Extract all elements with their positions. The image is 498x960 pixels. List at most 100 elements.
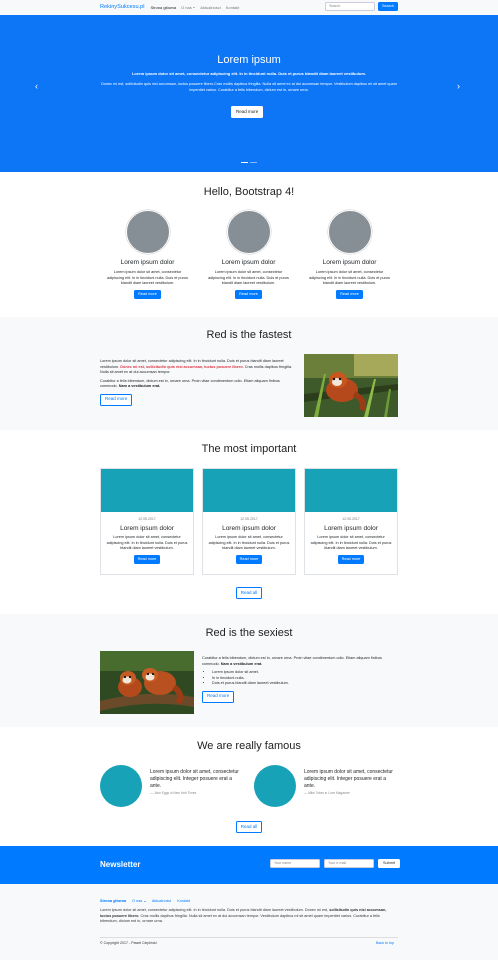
footer-link-contact[interactable]: Kontakt xyxy=(177,899,190,905)
footer-text-start: Lorem ipsum dolor sit amet, consectetur … xyxy=(100,908,330,912)
feature-read-more-button[interactable]: Read more xyxy=(336,289,363,299)
card-date: 12.05.2017 xyxy=(240,517,258,521)
footer-link-about[interactable]: O nas xyxy=(132,899,146,905)
footer-link-about-label: O nas xyxy=(132,899,143,903)
search-button[interactable]: Search xyxy=(377,2,398,11)
red-panda-photo xyxy=(304,354,398,417)
testimonial-2: Lorem ipsum dolor sit amet, consectetur … xyxy=(254,765,394,807)
red-pandas-log-image xyxy=(100,651,194,714)
news-card-2: 12.05.2017 Lorem ipsum dolor Lorem ipsum… xyxy=(202,468,296,575)
red-pandas-photo xyxy=(100,651,194,714)
newsletter-email-input[interactable]: Your e-mail xyxy=(324,859,374,868)
fastest-title: Red is the fastest xyxy=(206,329,292,341)
feature-read-more-button[interactable]: Read more xyxy=(134,289,161,299)
caret-down-icon xyxy=(193,7,196,9)
fastest-paragraph-2: Curabitur a felis bibendum, dictum est i… xyxy=(100,379,296,390)
footer-copyright: © Copyright 2017 - Paweł Cieplński xyxy=(100,941,157,945)
feature-text: Lorem ipsum dolor sit amet, consectetur … xyxy=(309,270,390,286)
card-date: 12.05.2017 xyxy=(138,517,156,521)
card-title: Lorem ipsum dolor xyxy=(324,525,378,533)
feature-title: Lorem ipsum dolor xyxy=(322,259,377,266)
navbar-search: Search Search xyxy=(324,2,398,11)
fastest-p2-bold: Nam a vestibulum erat. xyxy=(118,384,161,388)
card-image xyxy=(203,469,295,512)
card-read-more-button[interactable]: Read more xyxy=(235,554,263,564)
nav-link-home[interactable]: Strona główna xyxy=(150,5,176,11)
testimonial-quote: Lorem ipsum dolor sit amet, consectetur … xyxy=(150,769,239,789)
fastest-section: Red is the fastest Lorem ipsum dolor sit… xyxy=(0,317,498,430)
testimonial-source: — John Eggs in New York Times xyxy=(150,791,197,795)
feature-image xyxy=(226,210,271,254)
footer-nav: Strona główna O nas Aktualności Kontakt xyxy=(100,899,190,905)
testimonial-body: Lorem ipsum dolor sit amet, consectetur … xyxy=(304,765,394,807)
search-input[interactable]: Search xyxy=(324,2,375,11)
newsletter-section: Newsletter Your name Your e-mail Submit xyxy=(0,846,498,884)
sexiest-read-more-button[interactable]: Read more xyxy=(202,690,235,703)
card-read-more-button[interactable]: Read more xyxy=(337,554,365,564)
carousel-title: Lorem ipsum xyxy=(217,54,281,66)
hello-title: Hello, Bootstrap 4! xyxy=(203,186,295,198)
testimonial-quote: Lorem ipsum dolor sit amet, consectetur … xyxy=(304,769,393,789)
important-title: The most important xyxy=(201,443,297,455)
caret-down-icon xyxy=(143,900,146,902)
red-panda-bamboo-image xyxy=(304,354,398,417)
feature-3: Lorem ipsum dolor Lorem ipsum dolor sit … xyxy=(303,210,396,299)
carousel-read-more-button[interactable]: Read more xyxy=(231,106,264,118)
footer: Strona główna O nas Aktualności Kontakt … xyxy=(0,884,498,960)
hero-carousel: ‹ Lorem ipsum Lorem ipsum dolor sit amet… xyxy=(0,15,498,172)
testimonial-1: Lorem ipsum dolor sit amet, consectetur … xyxy=(100,765,240,807)
card-text: Lorem ipsum dolor sit amet, consectetur … xyxy=(106,535,188,551)
news-card-1: 12.05.2017 Lorem ipsum dolor Lorem ipsum… xyxy=(100,468,194,575)
fastest-p1-highlight: Donec mi est, sollicitudin quis nisl acc… xyxy=(120,364,244,369)
testimonial-avatar xyxy=(100,765,142,807)
sexiest-paragraph: Curabitur a felis bibendum, dictum est i… xyxy=(202,656,398,667)
sexiest-section: Red is the sexiest Curabitur a felis bib… xyxy=(0,614,498,727)
card-date: 12.05.2017 xyxy=(342,517,360,521)
nav-link-news[interactable]: Aktualności xyxy=(200,5,220,11)
back-to-top-link[interactable]: Back to top xyxy=(376,941,394,946)
newsletter-submit-button[interactable]: Submit xyxy=(378,859,400,868)
footer-link-home[interactable]: Strona główna xyxy=(100,899,126,905)
card-read-more-button[interactable]: Read more xyxy=(133,554,161,564)
sexiest-p-bold: Nam a vestibulum erat. xyxy=(220,661,263,666)
carousel-prev-icon[interactable]: ‹ xyxy=(35,80,38,93)
carousel-indicators xyxy=(241,162,257,164)
nav-link-about-label: O nas xyxy=(181,4,192,10)
read-all-button[interactable]: Read all xyxy=(235,821,263,833)
sexiest-list: Lorem ipsum dolor sit amet. In in tincid… xyxy=(202,670,398,687)
news-card-3: 12.05.2017 Lorem ipsum dolor Lorem ipsum… xyxy=(304,468,398,575)
important-section: The most important 12.05.2017 Lorem ipsu… xyxy=(0,430,498,614)
nav-link-contact[interactable]: Kontakt xyxy=(226,5,240,11)
carousel-next-icon[interactable]: › xyxy=(457,80,460,93)
famous-title: We are really famous xyxy=(197,740,301,752)
fastest-read-more-button[interactable]: Read more xyxy=(100,393,133,406)
sexiest-content: Curabitur a felis bibendum, dictum est i… xyxy=(202,656,398,703)
footer-text: Lorem ipsum dolor sit amet, consectetur … xyxy=(100,908,398,925)
important-read-all: Read all xyxy=(0,587,498,599)
card-text: Lorem ipsum dolor sit amet, consectetur … xyxy=(310,535,392,551)
feature-1: Lorem ipsum dolor Lorem ipsum dolor sit … xyxy=(101,210,194,299)
feature-title: Lorem ipsum dolor xyxy=(221,259,276,266)
navbar: RekinySukcesu.pl Strona główna O nas Akt… xyxy=(0,0,498,15)
testimonial-avatar xyxy=(254,765,296,807)
carousel-indicator-1[interactable] xyxy=(241,162,248,164)
read-all-button[interactable]: Read all xyxy=(235,587,263,599)
feature-image xyxy=(125,210,170,254)
card-image xyxy=(305,469,397,512)
famous-section: We are really famous Lorem ipsum dolor s… xyxy=(0,727,498,846)
carousel-indicator-2[interactable] xyxy=(250,162,257,164)
nav-link-about[interactable]: O nas xyxy=(181,4,196,11)
navbar-brand[interactable]: RekinySukcesu.pl xyxy=(100,3,144,11)
feature-text: Lorem ipsum dolor sit amet, consectetur … xyxy=(107,270,188,286)
footer-link-news[interactable]: Aktualności xyxy=(152,899,171,905)
card-text: Lorem ipsum dolor sit amet, consectetur … xyxy=(208,535,290,551)
feature-title: Lorem ipsum dolor xyxy=(120,259,175,266)
footer-divider xyxy=(100,937,398,938)
newsletter-form: Your name Your e-mail Submit xyxy=(270,859,400,868)
fastest-content: Lorem ipsum dolor sit amet, consectetur … xyxy=(100,359,296,406)
feature-image xyxy=(327,210,372,254)
card-title: Lorem ipsum dolor xyxy=(120,525,174,533)
newsletter-name-input[interactable]: Your name xyxy=(270,859,320,868)
feature-read-more-button[interactable]: Read more xyxy=(235,289,262,299)
hello-section: Hello, Bootstrap 4! Lorem ipsum dolor Lo… xyxy=(0,172,498,317)
